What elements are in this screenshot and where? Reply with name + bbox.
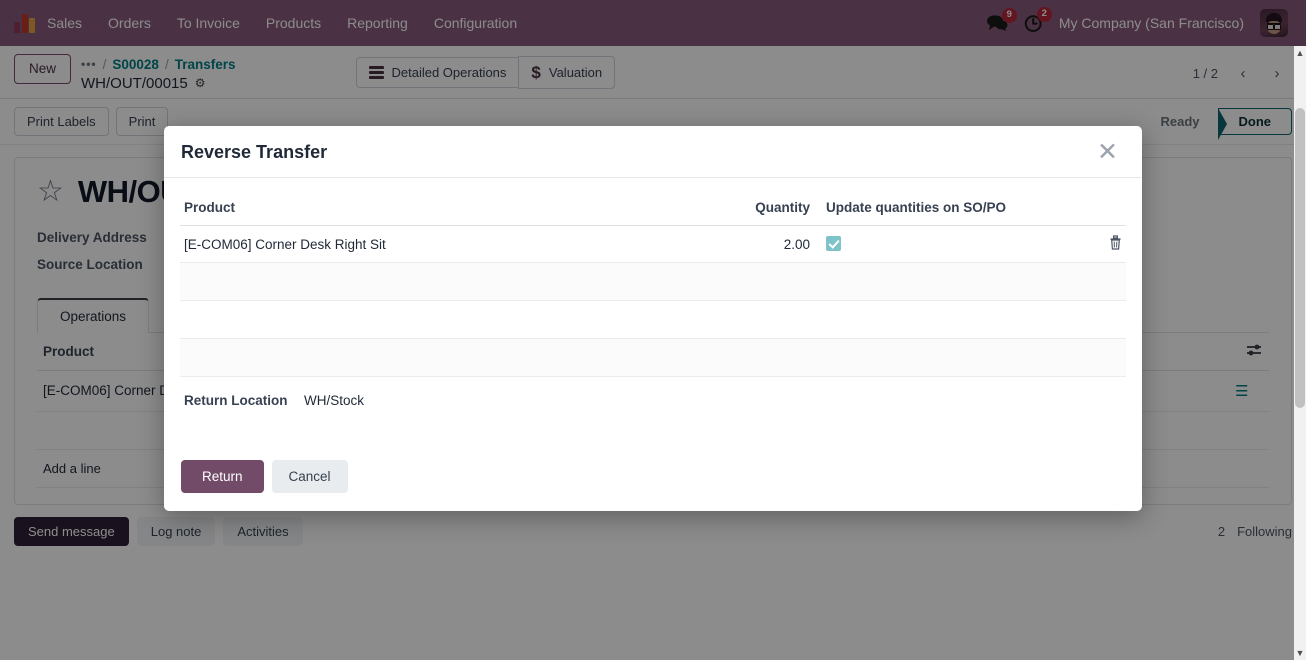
dialog-header: Reverse Transfer ✕ xyxy=(164,126,1142,178)
scroll-up-arrow-icon[interactable]: ▲ xyxy=(1294,46,1306,60)
trash-icon[interactable] xyxy=(1084,235,1122,253)
reverse-lines-body: [E-COM06] Corner Desk Right Sit 2.00 xyxy=(180,225,1126,377)
table-row-placeholder-2 xyxy=(180,300,1126,339)
table-row-placeholder xyxy=(180,262,1126,301)
dialog-body: Product Quantity Update quantities on SO… xyxy=(164,178,1142,408)
cell-product[interactable]: [E-COM06] Corner Desk Right Sit xyxy=(180,225,663,263)
page-scrollbar[interactable]: ▲ ▼ xyxy=(1294,46,1306,660)
return-button[interactable]: Return xyxy=(181,460,264,493)
reverse-lines-head: Product Quantity Update quantities on SO… xyxy=(180,192,1126,226)
return-location-field: Return Location WH/Stock xyxy=(180,377,1126,408)
dialog-title: Reverse Transfer xyxy=(181,142,328,162)
cell-update-quantities xyxy=(820,225,1080,263)
cell-quantity[interactable]: 2.00 xyxy=(662,225,820,263)
table-row[interactable]: [E-COM06] Corner Desk Right Sit 2.00 xyxy=(180,225,1126,263)
column-update-quantities: Update quantities on SO/PO xyxy=(820,192,1080,226)
dialog-footer: Return Cancel xyxy=(164,442,1142,511)
column-quantity: Quantity xyxy=(662,192,820,226)
update-quantities-checkbox[interactable] xyxy=(826,236,841,251)
reverse-transfer-dialog: Reverse Transfer ✕ Product Quantity Upda… xyxy=(164,126,1142,511)
cancel-button[interactable]: Cancel xyxy=(271,460,348,493)
column-delete xyxy=(1080,192,1126,226)
return-location-label: Return Location xyxy=(184,393,288,408)
scrollbar-thumb[interactable] xyxy=(1295,108,1305,408)
table-row-placeholder-3 xyxy=(180,338,1126,377)
reverse-lines-table: Product Quantity Update quantities on SO… xyxy=(180,192,1126,377)
column-product: Product xyxy=(180,192,663,226)
cell-delete xyxy=(1080,225,1126,263)
scroll-down-arrow-icon[interactable]: ▼ xyxy=(1294,646,1306,660)
trash-glyph xyxy=(1110,235,1121,250)
close-icon[interactable]: ✕ xyxy=(1095,140,1120,164)
reverse-lines-header-row: Product Quantity Update quantities on SO… xyxy=(180,192,1126,226)
return-location-value[interactable]: WH/Stock xyxy=(304,393,364,408)
